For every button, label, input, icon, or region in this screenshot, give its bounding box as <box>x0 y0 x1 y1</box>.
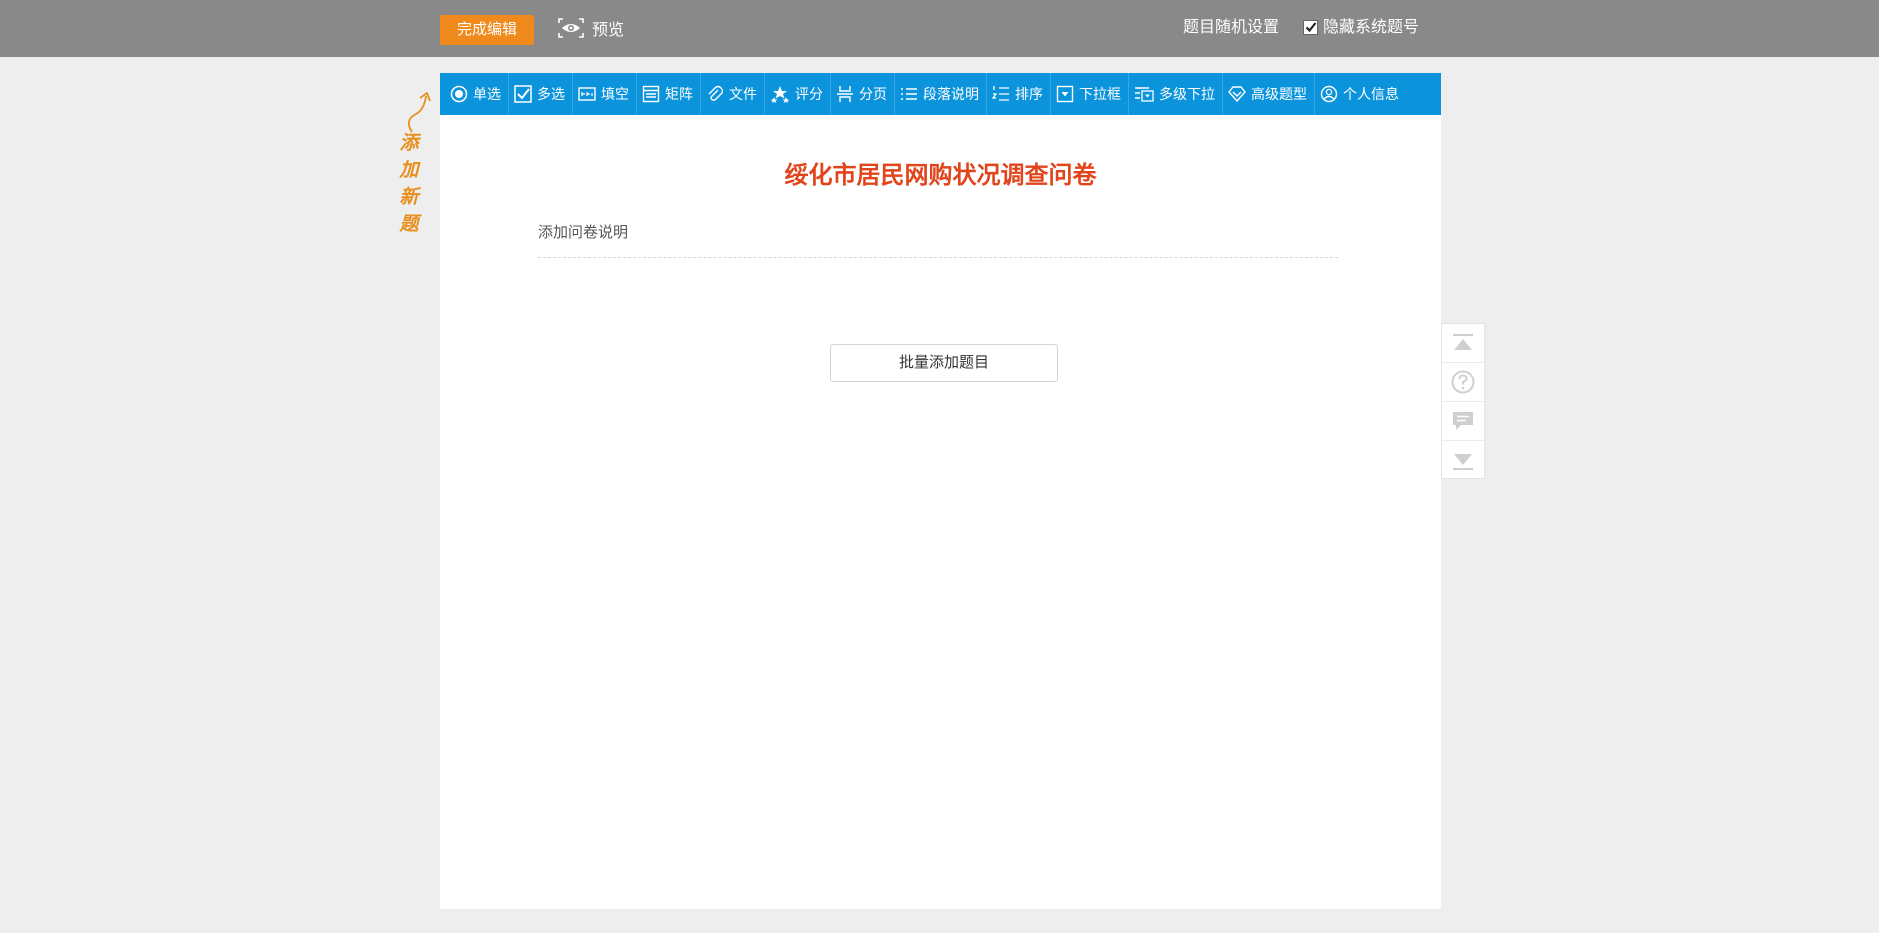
tool-label: 评分 <box>795 87 823 103</box>
tool-page-break[interactable]: 分页 <box>831 73 895 115</box>
hide-system-number-toggle[interactable]: 隐藏系统题号 <box>1303 15 1419 39</box>
help-icon <box>1451 370 1475 394</box>
message-icon <box>1453 412 1473 430</box>
random-settings-link[interactable]: 题目随机设置 <box>1183 15 1279 39</box>
check-icon <box>1305 22 1316 33</box>
tool-label: 单选 <box>473 87 501 103</box>
scroll-top-icon <box>1453 334 1473 350</box>
checkbox-icon <box>514 85 532 103</box>
radio-icon <box>450 85 468 103</box>
curved-arrow-icon <box>407 91 431 133</box>
matrix-icon <box>642 85 660 103</box>
tool-sort[interactable]: 排序 <box>987 73 1051 115</box>
page-break-icon <box>837 86 853 102</box>
paragraph-list-icon <box>901 88 917 100</box>
add-question-hint: 添 加 新 题 <box>394 90 444 240</box>
scroll-top-button[interactable] <box>1442 324 1484 363</box>
diamond-icon <box>1228 86 1246 102</box>
tool-matrix[interactable]: 矩阵 <box>637 73 701 115</box>
tool-label: 填空 <box>601 87 629 103</box>
tool-label: 段落说明 <box>923 87 979 103</box>
scroll-bottom-icon <box>1453 453 1473 470</box>
sort-list-icon <box>992 86 1009 101</box>
tool-multiple-choice[interactable]: 多选 <box>509 73 573 115</box>
survey-title[interactable]: 绥化市居民网购状况调查问卷 <box>440 155 1441 190</box>
tool-single-choice[interactable]: 单选 <box>445 73 509 115</box>
tool-label: 分页 <box>859 87 887 103</box>
feedback-button[interactable] <box>1442 402 1484 441</box>
tool-label: 多级下拉 <box>1159 87 1215 103</box>
hint-char: 添 <box>399 132 419 154</box>
hint-char: 加 <box>399 159 419 181</box>
batch-add-questions-button[interactable]: 批量添加题目 <box>830 344 1058 382</box>
scroll-bottom-button[interactable] <box>1442 441 1484 480</box>
hint-char: 新 <box>399 186 419 208</box>
survey-description[interactable]: 添加问卷说明 <box>538 221 1338 242</box>
hide-number-label: 隐藏系统题号 <box>1323 17 1420 36</box>
preview-button[interactable]: 预览 <box>558 14 624 42</box>
top-bar: 完成编辑 预览 题目随机设置 隐藏系统题号 <box>0 0 1879 57</box>
tool-dropdown[interactable]: 下拉框 <box>1051 73 1129 115</box>
tool-label: 文件 <box>729 87 757 103</box>
hint-text: 添 加 新 题 <box>394 130 424 238</box>
user-icon <box>1320 85 1338 103</box>
stars-icon <box>770 86 790 103</box>
dropdown-icon <box>1056 85 1074 103</box>
tool-label: 矩阵 <box>665 87 693 103</box>
hint-char: 题 <box>399 213 419 235</box>
tool-file[interactable]: 文件 <box>701 73 765 115</box>
multi-dropdown-icon <box>1135 87 1154 102</box>
question-type-toolbar: 单选 多选 填空 矩阵 文件 评分 分页 段落说明 排序 下拉框 多级下拉 高级… <box>440 73 1441 115</box>
eye-icon <box>558 18 584 38</box>
tool-rating[interactable]: 评分 <box>765 73 831 115</box>
preview-label: 预览 <box>592 20 625 39</box>
side-toolbar <box>1441 323 1485 479</box>
tool-label: 排序 <box>1015 87 1043 103</box>
description-divider <box>538 257 1338 258</box>
tool-label: 个人信息 <box>1343 87 1399 103</box>
tool-paragraph[interactable]: 段落说明 <box>895 73 987 115</box>
tool-label: 下拉框 <box>1079 87 1121 103</box>
finish-edit-button[interactable]: 完成编辑 <box>440 15 534 45</box>
tool-multi-dropdown[interactable]: 多级下拉 <box>1129 73 1223 115</box>
tool-fill-blank[interactable]: 填空 <box>573 73 637 115</box>
survey-editor: 单选 多选 填空 矩阵 文件 评分 分页 段落说明 排序 下拉框 多级下拉 高级… <box>440 73 1441 909</box>
tool-personal-info[interactable]: 个人信息 <box>1315 73 1406 115</box>
tool-label: 多选 <box>537 87 565 103</box>
paperclip-icon <box>708 85 724 101</box>
help-button[interactable] <box>1442 363 1484 402</box>
hide-number-checkbox[interactable] <box>1303 19 1318 35</box>
tool-label: 高级题型 <box>1251 87 1307 103</box>
fill-blank-icon <box>578 87 596 101</box>
tool-advanced[interactable]: 高级题型 <box>1223 73 1315 115</box>
